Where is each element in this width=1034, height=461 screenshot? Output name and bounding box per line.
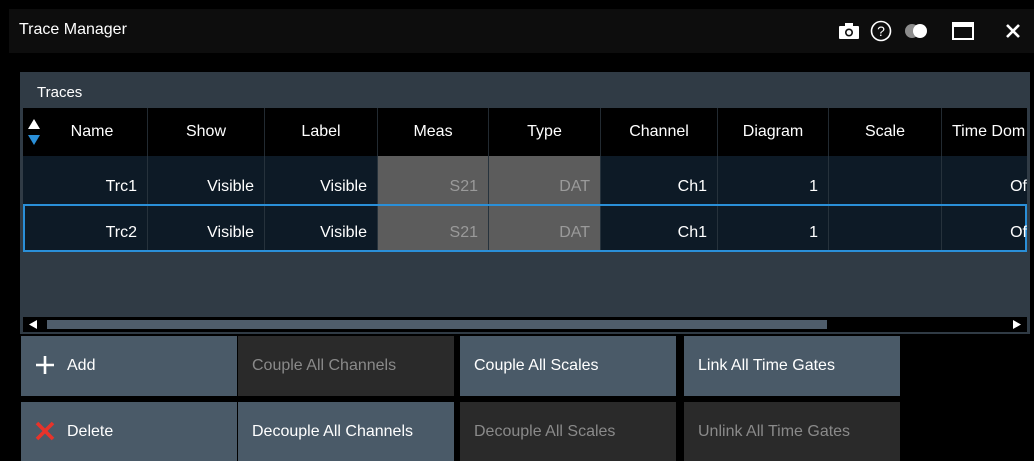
cell-diagram[interactable]: 1 [718,206,829,250]
couple-all-channels-label: Couple All Channels [252,357,397,374]
column-header-label: Type [527,123,562,140]
add-button[interactable]: Add [21,336,237,396]
scroll-left-icon[interactable] [29,320,37,329]
delete-button-label: Delete [67,423,114,440]
cell-show[interactable]: Visible [148,156,265,204]
table-header: Name Show Label Meas Type Channel Diagra… [23,108,1027,156]
column-header-label: Diagram [742,123,804,140]
column-header-show[interactable]: Show [148,108,265,156]
column-header-label: Time Dom [952,123,1026,140]
cell-label[interactable]: Visible [265,206,378,250]
cell-time-dom[interactable]: Of [942,206,1027,250]
cell-diagram[interactable]: 1 [718,156,829,204]
column-header-label-col[interactable]: Label [265,108,378,156]
unlink-all-time-gates-button[interactable]: Unlink All Time Gates [684,402,900,461]
trace-manager-window: Trace Manager ? Traces Name Show Label M… [9,9,1034,461]
cell-scale[interactable] [829,156,942,204]
delete-button[interactable]: Delete [21,402,237,461]
cell-channel[interactable]: Ch1 [601,156,718,204]
scrollbar-thumb[interactable] [47,320,827,329]
camera-icon[interactable] [835,19,863,43]
title-bar: Trace Manager ? [9,9,1034,53]
couple-all-scales-label: Couple All Scales [474,357,599,374]
column-header-diagram[interactable]: Diagram [718,108,829,156]
add-button-label: Add [67,357,96,374]
traces-panel: Traces Name Show Label Meas Type Channel… [20,72,1030,334]
cell-type: DAT [489,206,601,250]
table-row[interactable]: Trc2 Visible Visible S21 DAT Ch1 1 Of [23,204,1027,252]
sort-icon[interactable] [27,117,41,147]
cell-show[interactable]: Visible [148,206,265,250]
cell-name[interactable]: Trc2 [25,206,148,250]
cell-scale[interactable] [829,206,942,250]
unlink-all-time-gates-label: Unlink All Time Gates [698,423,851,440]
cell-type: DAT [489,156,601,204]
cell-time-dom[interactable]: Of [942,156,1027,204]
column-header-time-dom[interactable]: Time Dom [942,108,1027,156]
delete-x-icon [35,419,55,445]
help-icon[interactable]: ? [867,19,895,43]
column-header-label: Scale [864,123,906,140]
cell-name[interactable]: Trc1 [23,156,148,204]
column-header-type[interactable]: Type [489,108,601,156]
link-all-time-gates-label: Link All Time Gates [698,357,835,374]
column-header-name[interactable]: Name [23,108,148,156]
table-row[interactable]: Trc1 Visible Visible S21 DAT Ch1 1 Of [23,156,1027,204]
column-header-scale[interactable]: Scale [829,108,942,156]
decouple-all-scales-button[interactable]: Decouple All Scales [460,402,676,461]
svg-text:?: ? [877,23,885,39]
cell-meas: S21 [378,156,489,204]
decouple-all-channels-button[interactable]: Decouple All Channels [238,402,454,461]
link-all-time-gates-button[interactable]: Link All Time Gates [684,336,900,396]
decouple-all-channels-label: Decouple All Channels [252,423,413,440]
decouple-all-scales-label: Decouple All Scales [474,423,616,440]
window-title: Trace Manager [19,21,127,38]
column-header-label: Label [301,123,341,140]
traces-table: Name Show Label Meas Type Channel Diagra… [23,108,1027,332]
couple-all-scales-button[interactable]: Couple All Scales [460,336,676,396]
column-header-label: Meas [413,123,453,140]
column-header-meas[interactable]: Meas [378,108,489,156]
traces-panel-title: Traces [37,84,83,101]
maximize-icon[interactable] [949,19,977,43]
cell-meas: S21 [378,206,489,250]
horizontal-scrollbar[interactable] [23,317,1027,332]
cell-channel[interactable]: Ch1 [601,206,718,250]
column-header-label: Name [70,123,114,140]
column-header-channel[interactable]: Channel [601,108,718,156]
transparency-icon[interactable] [902,19,930,43]
close-icon[interactable] [999,19,1027,43]
column-header-label: Show [185,123,227,140]
couple-all-channels-button[interactable]: Couple All Channels [238,336,454,396]
column-header-label: Channel [629,123,689,140]
cell-label[interactable]: Visible [265,156,378,204]
plus-icon [35,353,55,379]
scroll-right-icon[interactable] [1013,320,1021,329]
